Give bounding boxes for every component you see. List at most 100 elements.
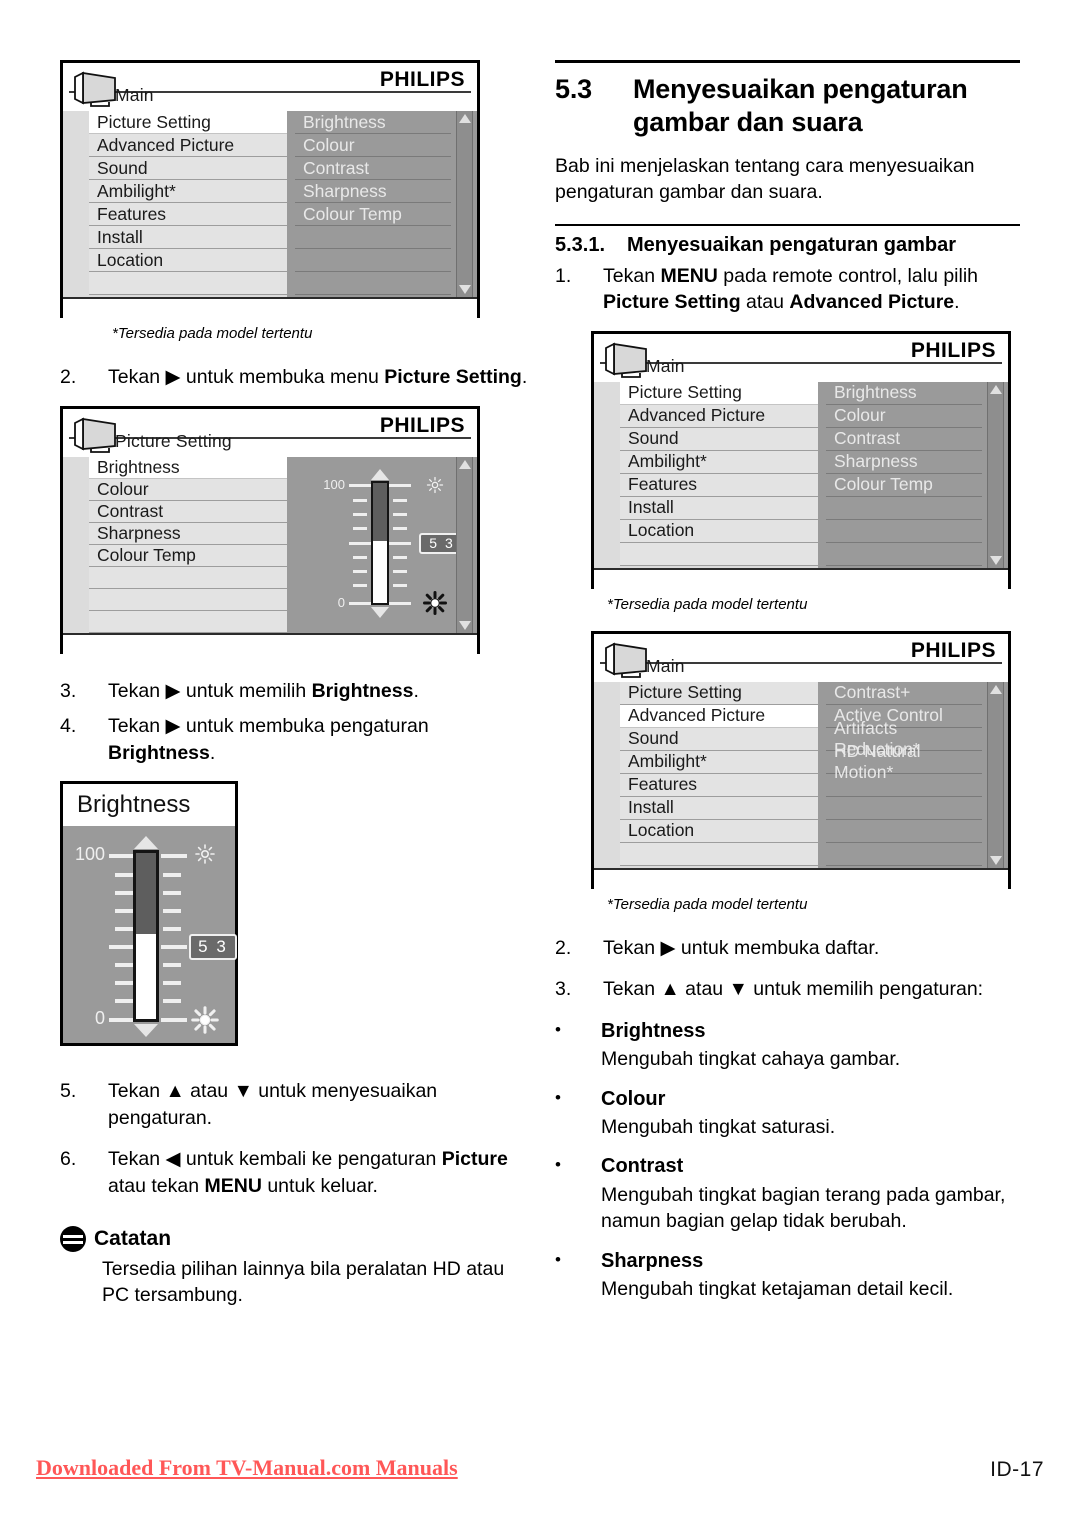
right-arrow-icon: ▶: [660, 936, 676, 959]
osd-submenu-item-empty: [826, 842, 982, 866]
down-arrow-icon: ▼: [233, 1080, 253, 1103]
step-bold-term: Picture Setting: [384, 366, 522, 388]
slider-tick: [109, 854, 135, 859]
scroll-up-arrow-icon[interactable]: [458, 459, 471, 469]
slider-up-arrow-icon[interactable]: [371, 468, 389, 480]
scroll-down-arrow-icon[interactable]: [458, 285, 471, 294]
osd-submenu-item[interactable]: Sharpness: [826, 450, 982, 474]
osd-menu-item[interactable]: Colour: [89, 478, 287, 501]
osd-menu-item[interactable]: Install: [620, 796, 818, 820]
slider-track[interactable]: [371, 480, 389, 605]
osd-menu-item[interactable]: Location: [620, 519, 818, 543]
slider-down-arrow-icon[interactable]: [371, 606, 389, 618]
slider-tick: [393, 526, 407, 530]
slider-tick: [115, 981, 133, 986]
scroll-up-arrow-icon[interactable]: [458, 114, 471, 123]
osd-menu-item[interactable]: Advanced Picture: [89, 134, 287, 157]
osd-menu-item[interactable]: Colour Temp: [89, 544, 287, 567]
section-number: 5.3: [555, 74, 592, 104]
step-text-mid: atau: [679, 978, 729, 1001]
osd-menu-item[interactable]: Features: [620, 773, 818, 797]
osd-menu-item[interactable]: Picture Setting: [620, 681, 818, 705]
step-item: 2. Tekan ▶ untuk membuka daftar.: [555, 935, 1020, 962]
subsection-heading: 5.3.1. Menyesuaikan pengaturan gambar: [555, 234, 1020, 257]
page-title: 5.3 Menyesuaikan pengaturan gambar dan s…: [555, 73, 1020, 139]
osd-menu-item[interactable]: Brightness: [89, 456, 287, 479]
slider-tick: [353, 512, 367, 516]
note-block: Catatan Tersedia pilihan lainnya bila pe…: [60, 1225, 530, 1309]
osd-scrollbar[interactable]: [987, 381, 1004, 568]
osd-menu-item[interactable]: Contrast: [89, 500, 287, 523]
osd-menu-item[interactable]: Location: [89, 249, 287, 272]
scroll-down-arrow-icon[interactable]: [458, 620, 471, 630]
osd-submenu-item[interactable]: Contrast: [295, 157, 451, 180]
osd-menu-item[interactable]: Picture Setting: [620, 381, 818, 405]
list-item: • Colour Mengubah tingkat saturasi.: [555, 1086, 1020, 1141]
osd-submenu-item[interactable]: HD Natural Motion*: [826, 741, 982, 782]
osd-menu-item[interactable]: Picture Setting: [89, 111, 287, 134]
osd-scrollbar[interactable]: [456, 111, 473, 297]
down-arrow-icon: ▼: [728, 978, 748, 1001]
osd-menu-item[interactable]: Sound: [89, 157, 287, 180]
osd-menu-item[interactable]: Ambilight*: [620, 750, 818, 774]
osd-menu-item[interactable]: Sharpness: [89, 522, 287, 545]
section-title-line2: gambar dan suara: [633, 106, 863, 137]
osd-scrollbar[interactable]: [987, 681, 1004, 868]
osd-submenu-item[interactable]: Brightness: [826, 381, 982, 405]
slider-up-arrow-icon[interactable]: [134, 836, 158, 850]
osd-menu-item[interactable]: Features: [89, 203, 287, 226]
osd-submenu-item[interactable]: Sharpness: [295, 180, 451, 203]
right-arrow-icon: ▶: [165, 715, 181, 738]
list-item: • Contrast Mengubah tingkat bagian teran…: [555, 1153, 1020, 1234]
slider-down-arrow-icon[interactable]: [134, 1024, 158, 1038]
osd-submenu-item[interactable]: Colour Temp: [295, 203, 451, 226]
brightness-slider-large[interactable]: 100 0 5 3: [63, 826, 237, 1038]
download-source-link[interactable]: Downloaded From TV-Manual.com Manuals: [36, 1455, 458, 1481]
osd-left-pane: Picture Setting Advanced Picture Sound A…: [594, 381, 818, 568]
osd-right-pane: Brightness Colour Contrast Sharpness Col…: [287, 111, 477, 297]
osd-menu-item[interactable]: Advanced Picture: [620, 704, 818, 728]
osd-menu-item[interactable]: Ambilight*: [89, 180, 287, 203]
subsection-number: 5.3.1.: [555, 233, 606, 256]
osd-footer: [594, 567, 1008, 592]
bullet-icon: •: [555, 1019, 561, 1039]
step-item: 1. Tekan MENU pada remote control, lalu …: [555, 263, 1020, 316]
osd-menu-item[interactable]: Features: [620, 473, 818, 497]
slider-fill: [136, 853, 156, 935]
scroll-up-arrow-icon[interactable]: [989, 384, 1002, 394]
slider-tick: [389, 483, 411, 487]
brightness-slider[interactable]: 100 0 5 3: [295, 457, 477, 633]
osd-submenu-item[interactable]: Colour Temp: [826, 473, 982, 497]
osd-submenu-item[interactable]: Brightness: [295, 111, 451, 134]
sun-bright-icon: [423, 590, 447, 615]
scroll-down-arrow-icon[interactable]: [989, 555, 1002, 565]
osd-menu-item[interactable]: Advanced Picture: [620, 404, 818, 428]
osd-submenu-item[interactable]: Contrast+: [826, 681, 982, 705]
bullet-icon: •: [555, 1087, 561, 1107]
step-text-mid: pada remote control, lalu pilih: [717, 264, 979, 287]
osd-scrollbar[interactable]: [456, 456, 473, 633]
scroll-up-arrow-icon[interactable]: [989, 684, 1002, 694]
osd-menu-item[interactable]: Location: [620, 819, 818, 843]
slider-tick: [161, 945, 187, 950]
subsection-title: Menyesuaikan pengaturan gambar: [627, 233, 956, 256]
scroll-down-arrow-icon[interactable]: [989, 855, 1002, 865]
step-text-pre: Tekan: [108, 715, 166, 738]
step-text-mid: untuk membuka menu: [180, 366, 385, 388]
osd-submenu-item-empty: [826, 796, 982, 820]
osd-menu-item[interactable]: Sound: [620, 427, 818, 451]
slider-tick: [353, 526, 367, 530]
slider-tick: [161, 1018, 187, 1023]
osd-submenu-item[interactable]: Colour: [826, 404, 982, 428]
osd-menu-item[interactable]: Install: [620, 496, 818, 520]
slider-track[interactable]: [133, 850, 159, 1023]
osd-menu-item[interactable]: Sound: [620, 727, 818, 751]
slider-tick: [389, 601, 411, 605]
osd-menu-item[interactable]: Install: [89, 226, 287, 249]
osd-submenu-item[interactable]: Contrast: [826, 427, 982, 451]
slider-max-label: 100: [323, 476, 345, 492]
osd-submenu-item[interactable]: Colour: [295, 134, 451, 157]
osd-menu-item[interactable]: Ambilight*: [620, 450, 818, 474]
osd-title: Main: [646, 355, 685, 376]
bullet-heading: Sharpness: [601, 1249, 704, 1272]
